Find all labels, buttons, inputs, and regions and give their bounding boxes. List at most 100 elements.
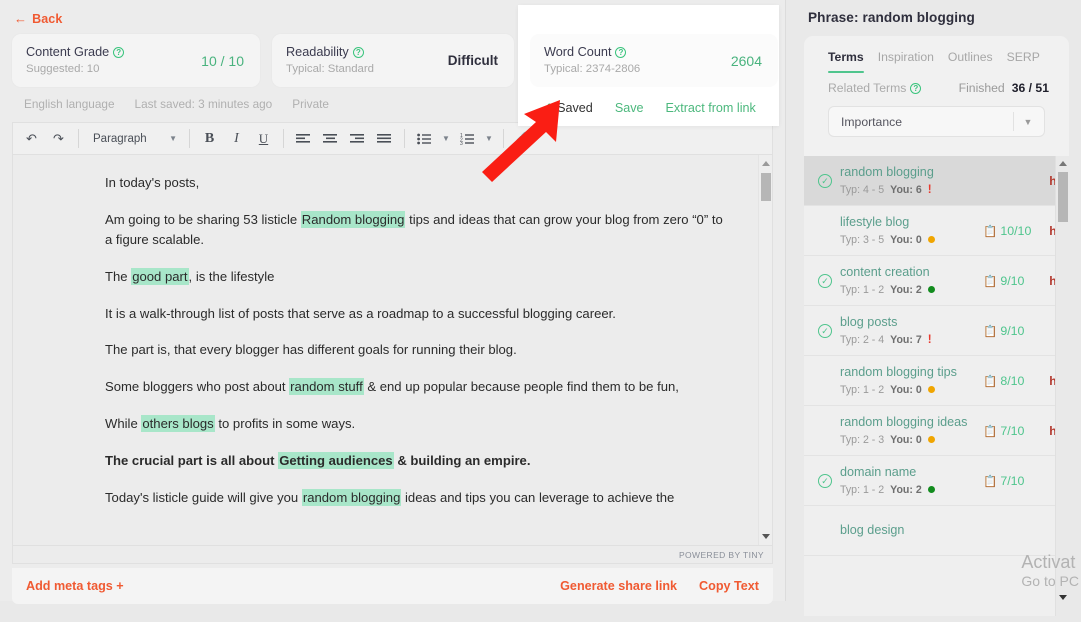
toolbar-divider <box>189 129 190 148</box>
tab-serp[interactable]: SERP <box>1007 50 1040 73</box>
term-stats: Typ: 1 - 2 You: 0 <box>840 384 983 396</box>
scroll-down-icon[interactable] <box>1059 595 1067 600</box>
word-count-card[interactable]: Word Count ? Typical: 2374-2806 2604 <box>530 34 778 87</box>
clipboard-icon[interactable]: 📋 <box>983 474 997 488</box>
app-root: ← Back Content Grade ? Suggested: 10 10 … <box>0 0 1081 622</box>
term-checked-icon[interactable]: ✓ <box>814 173 836 188</box>
link-icon[interactable]: 🔗 <box>511 126 536 151</box>
tab-outlines[interactable]: Outlines <box>948 50 993 73</box>
sidebar-scrollbar[interactable] <box>1055 156 1069 616</box>
underline-button[interactable]: U <box>251 126 276 151</box>
content-grade-sub: Suggested: 10 <box>26 62 100 75</box>
term-row[interactable]: ✓blog design <box>804 506 1069 556</box>
help-icon[interactable]: ? <box>113 47 125 59</box>
term-row[interactable]: ✓lifestyle blogTyp: 3 - 5You: 0📋10/10h <box>804 206 1069 256</box>
term-info: domain name Typ: 1 - 2 You: 2 <box>836 465 983 496</box>
term-status-dot <box>927 436 935 444</box>
scroll-up-icon[interactable] <box>1059 161 1067 166</box>
tab-terms[interactable]: Terms <box>828 50 864 73</box>
term-score: 📋 10/10 <box>983 224 1045 238</box>
term-row[interactable]: ✓ domain name Typ: 1 - 2 You: 2 📋 7/10 <box>804 456 1069 506</box>
align-left-icon[interactable] <box>291 126 316 151</box>
paragraph-format-select[interactable]: Paragraph ▼ <box>86 126 182 151</box>
term-stats: Typ: 2 - 3 You: 0 <box>840 434 983 446</box>
help-icon[interactable]: ? <box>352 47 364 59</box>
term-checked-icon[interactable]: ✓ <box>814 323 836 338</box>
chevron-down-icon: ▼ <box>1023 116 1033 127</box>
highlighted-term: Getting audiences <box>278 451 394 469</box>
term-info: lifestyle blog Typ: 3 - 5 You: 0 <box>836 215 983 246</box>
arrow-left-icon: ← <box>14 11 28 26</box>
help-icon[interactable]: ? <box>910 82 922 94</box>
terms-panel: Terms Inspiration Outlines SERP Related Ter… <box>804 36 1069 616</box>
term-status-dot <box>927 486 935 494</box>
term-typical: Typ: 1 - 2 <box>840 383 885 396</box>
content-grade-title: Content Grade ? <box>26 45 125 61</box>
generate-share-link-button[interactable]: Generate share link <box>560 579 677 593</box>
term-checked-icon[interactable]: ✓ <box>814 473 836 488</box>
italic-button[interactable]: I <box>224 126 249 151</box>
undo-icon[interactable]: ↶ <box>19 126 44 151</box>
content-grade-card[interactable]: Content Grade ? Suggested: 10 10 / 10 <box>12 34 260 87</box>
readability-card[interactable]: Readability ? Typical: Standard Difficul… <box>272 34 514 87</box>
term-name: blog design <box>840 522 905 537</box>
term-info: random blogging ideas Typ: 2 - 3 You: 0 <box>836 415 983 445</box>
align-center-icon[interactable] <box>318 126 343 151</box>
align-justify-icon[interactable] <box>372 126 397 151</box>
saved-status: ✓ Saved <box>541 100 593 116</box>
term-row[interactable]: ✓ blog posts Typ: 2 - 4 You: 7! 📋 9/10 <box>804 306 1069 356</box>
term-info: blog design <box>836 523 983 538</box>
tab-inspiration[interactable]: Inspiration <box>878 50 934 73</box>
align-right-icon[interactable] <box>345 126 370 151</box>
related-terms-label-wrap: Related Terms ? <box>828 81 922 95</box>
term-score: 📋 8/10 <box>983 374 1045 388</box>
bold-button[interactable]: B <box>197 126 222 151</box>
paragraph-text: , is the lifestyle <box>188 268 275 284</box>
term-checked-icon[interactable]: ✓ <box>814 273 836 288</box>
paragraph-text: It is a walk-through list of posts that … <box>105 305 616 321</box>
clipboard-icon[interactable]: 📋 <box>983 374 997 388</box>
scroll-up-icon[interactable] <box>762 161 770 166</box>
help-icon[interactable]: ? <box>615 47 627 59</box>
paragraph-format-value: Paragraph <box>93 132 147 145</box>
term-row[interactable]: ✓ random blogging Typ: 4 - 5 You: 6! h <box>804 156 1069 206</box>
numbered-list-dropdown[interactable]: ▼ <box>482 126 496 151</box>
term-info: random blogging Typ: 4 - 5 You: 6! <box>836 165 983 195</box>
bullet-list-dropdown[interactable]: ▼ <box>439 126 453 151</box>
editor-content[interactable]: In today's posts, Am going to be sharing … <box>13 155 758 545</box>
add-meta-tags-button[interactable]: Add meta tags + <box>26 579 124 593</box>
editor-scrollbar[interactable] <box>758 155 772 545</box>
term-info: random blogging tips Typ: 1 - 2 You: 0 <box>836 365 983 395</box>
term-score: 📋 9/10 <box>983 274 1045 288</box>
term-status-dot <box>927 286 935 294</box>
term-row[interactable]: ✓ content creation Typ: 1 - 2 You: 2 📋 9/10 h <box>804 256 1069 306</box>
editor-scroll-thumb[interactable] <box>761 173 771 201</box>
clipboard-icon[interactable]: 📋 <box>983 324 997 338</box>
term-yours: You: 7 <box>890 333 922 346</box>
scroll-down-icon[interactable] <box>762 534 770 539</box>
extract-from-link-button[interactable]: Extract from link <box>666 101 756 115</box>
redo-icon[interactable]: ↷ <box>46 126 71 151</box>
powered-by-label: POWERED BY TINY <box>678 549 764 560</box>
term-row[interactable]: ✓random blogging tipsTyp: 1 - 2You: 0📋8/… <box>804 356 1069 406</box>
term-name: domain name <box>840 465 917 480</box>
term-yours: You: 0 <box>890 433 922 446</box>
highlighted-term: Random blogging <box>300 210 406 228</box>
back-button[interactable]: ← Back <box>14 12 62 26</box>
clipboard-icon[interactable]: 📋 <box>983 224 997 238</box>
paragraph-text: The crucial part is all about <box>105 452 279 468</box>
copy-text-button[interactable]: Copy Text <box>699 579 759 593</box>
editor-status-bar: POWERED BY TINY <box>12 546 773 564</box>
numbered-list-icon[interactable]: 123 <box>455 126 480 151</box>
terms-list[interactable]: ✓random bloggingTyp: 4 - 5You: 6!h✓lifes… <box>804 156 1069 616</box>
clipboard-icon[interactable]: 📋 <box>983 424 997 438</box>
term-name: random blogging <box>840 165 934 180</box>
sidebar-scroll-thumb[interactable] <box>1058 172 1068 222</box>
term-score: 📋 7/10 <box>983 474 1045 488</box>
bullet-list-icon[interactable] <box>412 126 437 151</box>
save-button[interactable]: Save <box>615 101 644 115</box>
sort-select[interactable]: Importance ▼ <box>828 106 1045 137</box>
term-row[interactable]: ✓random blogging ideasTyp: 2 - 3You: 0📋7… <box>804 406 1069 456</box>
clipboard-icon[interactable]: 📋 <box>983 274 997 288</box>
finished-label: Finished <box>958 81 1005 95</box>
